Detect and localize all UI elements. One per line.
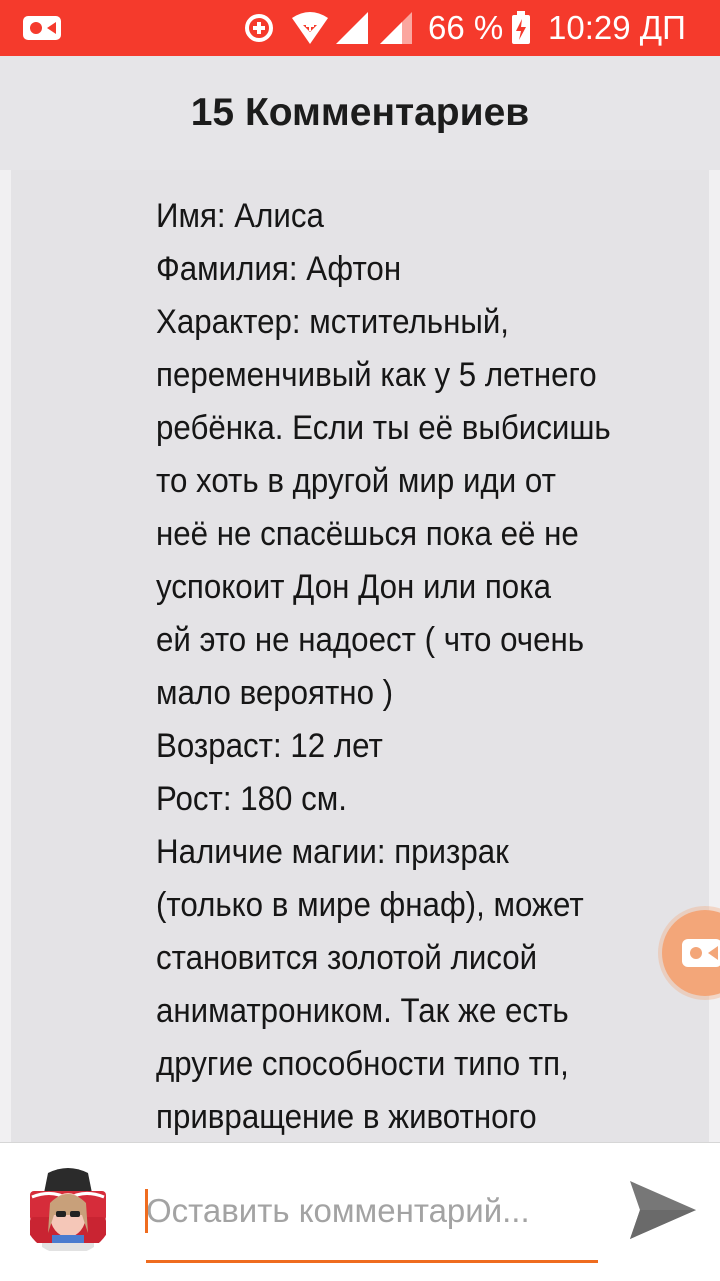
battery-percentage: 66 %	[428, 9, 504, 46]
comment-composer	[0, 1142, 720, 1281]
video-recorder-icon	[23, 16, 61, 40]
status-time: 10:29 ДП	[548, 9, 686, 46]
avatar-image	[22, 1163, 114, 1255]
comment-line: становится золотой лисой	[156, 939, 538, 977]
send-icon	[630, 1181, 696, 1239]
comment-input[interactable]	[146, 1183, 598, 1239]
comment-line: Характер: мстительный,	[156, 303, 509, 341]
comment-line: неё не спасёшься пока её не	[156, 515, 579, 553]
send-button[interactable]	[626, 1177, 700, 1243]
comment-line: Рост: 180 см.	[156, 780, 347, 818]
comment-line: Имя: Алиса	[156, 197, 324, 235]
comment-line: привращение в животного	[156, 1098, 537, 1136]
input-underline	[146, 1260, 598, 1263]
comment-line: то хоть в другой мир иди от	[156, 462, 556, 500]
comment-text: Имя: Алиса Фамилия: Афтон Характер: мсти…	[156, 190, 653, 1142]
comment-line: Возраст: 12 лет	[156, 727, 383, 765]
comment-line: ей это не надоест ( что очень	[156, 621, 585, 659]
comment-line: успокоит Дон Дон или пока	[156, 568, 551, 606]
signal-icon	[380, 12, 412, 44]
data-saver-icon	[245, 14, 273, 42]
comments-header: 15 Комментариев	[0, 56, 720, 170]
comment-line: аниматроником. Так же есть	[156, 992, 569, 1030]
comment-line: Фамилия: Афтон	[156, 250, 402, 288]
comment-line: (только в мире фнаф), может	[156, 886, 584, 924]
avatar[interactable]	[22, 1163, 114, 1255]
page-title: 15 Комментариев	[190, 91, 530, 134]
text-caret	[145, 1189, 148, 1233]
signal-icon	[336, 12, 368, 44]
comment-line: ребёнка. Если ты её выбисишь	[156, 409, 611, 447]
comment-line: другие способности типо тп,	[156, 1045, 569, 1083]
comment-line: мало вероятно )	[156, 674, 394, 712]
comment-line: Наличие магии: призрак	[156, 833, 509, 871]
comment-card: Имя: Алиса Фамилия: Афтон Характер: мсти…	[11, 170, 709, 1142]
wifi-icon	[292, 12, 328, 44]
status-bar: 66 % 10:29 ДП	[0, 0, 720, 56]
battery-charging-icon	[512, 11, 530, 44]
comment-line: переменчивый как у 5 летнего	[156, 356, 597, 394]
screen-recorder-icon	[682, 939, 720, 967]
